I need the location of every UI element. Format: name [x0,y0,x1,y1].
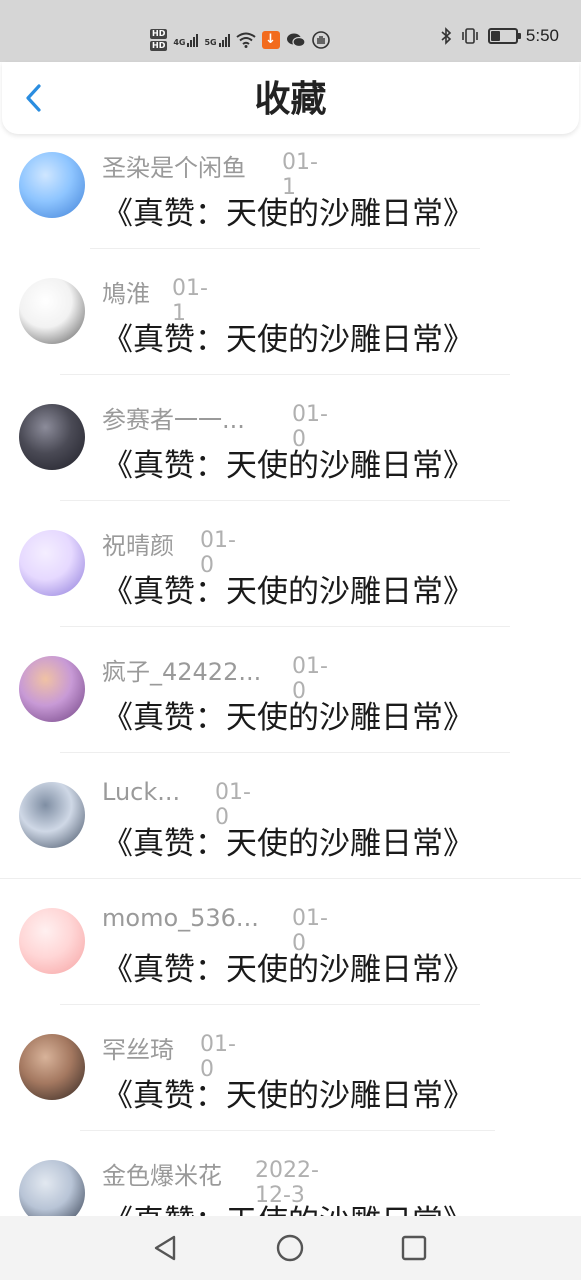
user-name: 祝晴颜 [102,532,174,560]
triangle-back-icon [154,1235,176,1261]
avatar[interactable] [19,152,85,218]
avatar[interactable] [19,908,85,974]
item-meta: 参赛者一一... 01-0 [102,400,328,452]
book-title[interactable]: 《真赞：天使的沙雕日常》 [102,1070,474,1115]
item-meta: 鳩淮 01-1 [102,274,208,326]
user-name: 疯子_42422... [102,658,262,686]
avatar[interactable] [19,404,85,470]
avatar[interactable] [19,278,85,344]
divider [80,1130,495,1131]
item-meta: Luck... 01-0 [102,778,251,830]
user-name: 圣染是个闲鱼 [102,154,246,182]
user-name: 参赛者一一... [102,406,245,434]
list-item[interactable]: 金色爆米花2022-12-3《真赞：天使的沙雕日常》 [0,1148,581,1216]
book-title[interactable]: 《真赞：天使的沙雕日常》 [102,944,474,989]
divider [60,752,510,753]
user-name: 鳩淮 [102,280,150,308]
divider [90,248,480,249]
book-title[interactable]: 《真赞：天使的沙雕日常》 [102,566,474,611]
divider [60,626,510,627]
avatar[interactable] [19,656,85,722]
status-bar: HD HD 4G 5G ↓ 5:50 [0,0,581,62]
list-item[interactable]: momo_536... 01-0 《真赞：天使的沙雕日常》 [0,896,581,1022]
nav-home-button[interactable] [274,1232,306,1264]
circle-home-icon [276,1234,304,1262]
item-meta: 祝晴颜 01-0 [102,526,236,578]
status-icons: HD HD 4G 5G ↓ [150,22,330,58]
book-title[interactable]: 《真赞：天使的沙雕日常》 [102,1196,474,1216]
item-meta: 罕丝琦 01-0 [102,1030,236,1082]
book-title[interactable]: 《真赞：天使的沙雕日常》 [102,440,474,485]
user-name: 金色爆米花 [102,1162,222,1190]
book-title[interactable]: 《真赞：天使的沙雕日常》 [102,692,474,737]
status-right: 5:50 [440,26,559,46]
book-title[interactable]: 《真赞：天使的沙雕日常》 [102,188,474,233]
shield-icon [311,31,330,49]
download-icon: ↓ [261,31,280,49]
status-time: 5:50 [525,26,559,45]
avatar[interactable] [19,782,85,848]
avatar[interactable] [19,530,85,596]
hd-icon: HD HD [150,29,168,51]
nav-recents-button[interactable] [398,1232,430,1264]
divider [60,374,510,375]
user-name: 罕丝琦 [102,1036,174,1064]
signal-4g-label: 4G [173,38,186,47]
system-nav-bar [0,1216,581,1280]
list-item[interactable]: 鳩淮 01-1 《真赞：天使的沙雕日常》 [0,266,581,392]
book-title[interactable]: 《真赞：天使的沙雕日常》 [102,314,474,359]
signal-5g-label: 5G [204,38,217,47]
item-meta: 金色爆米花 2022-12-3 [102,1156,319,1208]
favorites-list: 圣染是个闲鱼 01-1 《真赞：天使的沙雕日常》 鳩淮 01-1 《真赞：天使的沙雕日常》… [0,140,581,1216]
list-item[interactable]: 疯子_42422... 01-0 《真赞：天使的沙雕日常》 [0,644,581,770]
user-name: Luck... [102,778,181,806]
battery-icon [487,28,521,44]
page-title: 收藏 [254,79,327,120]
vibrate-icon [462,28,478,44]
list-item[interactable]: 祝晴颜 01-0 《真赞：天使的沙雕日常》 [0,518,581,644]
divider [0,878,581,879]
item-meta: momo_536... 01-0 [102,904,328,956]
square-recents-icon [401,1235,427,1261]
hd-badge-2: HD [150,41,168,51]
item-meta: 疯子_42422... 01-0 [102,652,328,704]
list-item[interactable]: 圣染是个闲鱼 01-1 《真赞：天使的沙雕日常》 [0,140,581,266]
book-title[interactable]: 《真赞：天使的沙雕日常》 [102,818,474,863]
wifi-icon [236,32,256,48]
user-name: momo_536... [102,904,259,932]
signal-4g-icon: 4G [173,33,199,47]
signal-5g-icon: 5G [204,33,230,47]
app-header: 收藏 [2,62,579,134]
avatar[interactable] [19,1160,85,1216]
list-item[interactable]: Luck... 01-0 《真赞：天使的沙雕日常》 [0,770,581,896]
bluetooth-icon [441,27,452,45]
nav-back-button[interactable] [150,1232,182,1264]
divider [60,500,510,501]
hd-badge-1: HD [150,29,168,39]
divider [60,1004,480,1005]
item-meta: 圣染是个闲鱼 01-1 [102,148,318,200]
wechat-icon [286,33,306,48]
list-item[interactable]: 参赛者一一... 01-0 《真赞：天使的沙雕日常》 [0,392,581,518]
avatar[interactable] [19,1034,85,1100]
list-item[interactable]: 罕丝琦 01-0 《真赞：天使的沙雕日常》 [0,1022,581,1148]
